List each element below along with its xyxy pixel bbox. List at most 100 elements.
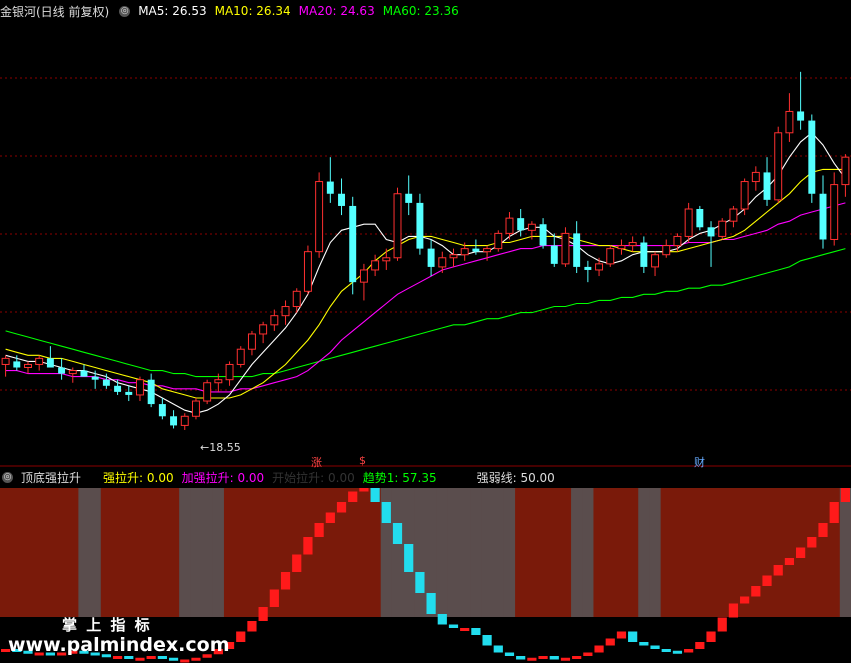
candle-body <box>438 257 447 268</box>
candle-body <box>191 400 200 417</box>
trend-segment <box>549 656 559 660</box>
collapse-icon[interactable]: ◎ <box>119 5 131 17</box>
indicator-toggle-icon[interactable]: ◎ <box>2 471 13 483</box>
candle-body <box>180 415 189 426</box>
candle-body <box>91 376 99 380</box>
zone-band <box>537 488 550 617</box>
trend-segment <box>717 617 727 632</box>
zone-band <box>212 488 225 617</box>
candle-body <box>270 315 279 326</box>
zone-band <box>604 488 617 617</box>
zone-band <box>89 488 102 617</box>
trend-segment <box>773 565 783 576</box>
candle-body <box>494 232 503 250</box>
event-tag-money[interactable]: $ <box>359 454 366 467</box>
ma5-label: MA5: 26.53 <box>138 4 207 18</box>
zone-band <box>190 488 203 617</box>
zone-band <box>33 488 46 617</box>
candle-body <box>35 357 44 365</box>
candle-body <box>382 257 391 262</box>
zone-band <box>638 488 650 617</box>
enhanced-rise-label: 加强拉升: 0.00 <box>181 470 265 485</box>
zone-band <box>571 488 583 617</box>
candle-body <box>673 235 682 247</box>
zone-band <box>772 488 785 617</box>
candle-body <box>247 333 256 350</box>
trend-segment <box>168 657 179 661</box>
trend-segment <box>728 603 739 618</box>
trend-segment <box>404 544 414 572</box>
candle-body <box>158 404 166 417</box>
trend-segment <box>280 572 291 590</box>
trend-segment <box>359 488 369 492</box>
low-price-label: ←18.55 <box>200 441 241 454</box>
candle-body <box>292 290 301 308</box>
candle-body <box>58 367 66 374</box>
candle-body <box>303 251 312 292</box>
candle-body <box>573 233 581 267</box>
trend-segment <box>269 589 279 607</box>
zone-band <box>727 488 740 617</box>
trend-segment <box>605 638 615 646</box>
candle-body <box>584 266 592 270</box>
candle-body <box>729 208 738 222</box>
zone-band <box>279 488 292 617</box>
candle-body <box>393 193 402 259</box>
zone-band <box>783 488 796 617</box>
candle-body <box>225 363 234 381</box>
indicator-title: 顶底强拉升 <box>21 470 82 485</box>
trend-segment <box>157 656 167 659</box>
zone-band <box>750 488 762 617</box>
ma60-label: MA60: 23.36 <box>382 4 459 18</box>
candle-body <box>472 248 480 252</box>
zone-band <box>436 488 449 617</box>
zone-band <box>447 488 460 617</box>
candle-body <box>651 254 660 268</box>
candle-body <box>203 382 212 402</box>
candle-body <box>236 348 245 365</box>
candle-body <box>819 193 827 240</box>
candle-body <box>281 306 290 317</box>
trend-segment <box>762 575 772 586</box>
zone-band <box>705 488 718 617</box>
zone-band <box>67 488 79 617</box>
event-tag-rise[interactable]: 涨 <box>311 454 322 470</box>
trend-segment <box>348 491 358 502</box>
zone-band <box>55 488 68 617</box>
zone-band <box>391 488 404 617</box>
candle-body <box>797 111 805 121</box>
ma60-line <box>5 248 846 378</box>
candle-body <box>359 269 368 283</box>
zone-band <box>313 488 326 617</box>
zone-band <box>593 488 606 617</box>
zone-band <box>347 488 359 617</box>
trend-segment <box>135 657 145 661</box>
trend-segment <box>616 631 627 639</box>
zone-band <box>806 488 818 617</box>
trend-segment <box>471 628 481 635</box>
trend-segment <box>325 512 335 523</box>
candle-body <box>527 223 536 231</box>
strong-rise-label: 强拉升: 0.00 <box>103 470 174 485</box>
trend-segment <box>392 523 403 544</box>
zone-band <box>526 488 538 617</box>
zone-band <box>615 488 628 617</box>
trend-segment <box>695 642 705 649</box>
sub-legend: ◎ 顶底强拉升 强拉升: 0.00 加强拉升: 0.00 开始拉升: 0.00 … <box>0 468 563 486</box>
trend-segment <box>146 656 156 659</box>
event-tag-finance[interactable]: 财 <box>694 454 705 470</box>
zone-band <box>683 488 695 617</box>
candle-body <box>785 110 794 134</box>
trend-segment <box>303 537 313 555</box>
candle-body <box>46 358 54 368</box>
main-legend: 金银河(日线 前复权) ◎ MA5: 26.53 MA10: 26.34 MA2… <box>0 2 467 20</box>
trend-segment <box>493 645 503 653</box>
trend-segment <box>796 547 806 558</box>
candle-body <box>460 248 469 256</box>
zone-band <box>11 488 23 617</box>
candle-body <box>830 184 839 240</box>
zone-band <box>627 488 639 617</box>
chart-canvas[interactable] <box>0 0 851 663</box>
zone-band <box>694 488 706 617</box>
trend-segment <box>258 607 268 621</box>
